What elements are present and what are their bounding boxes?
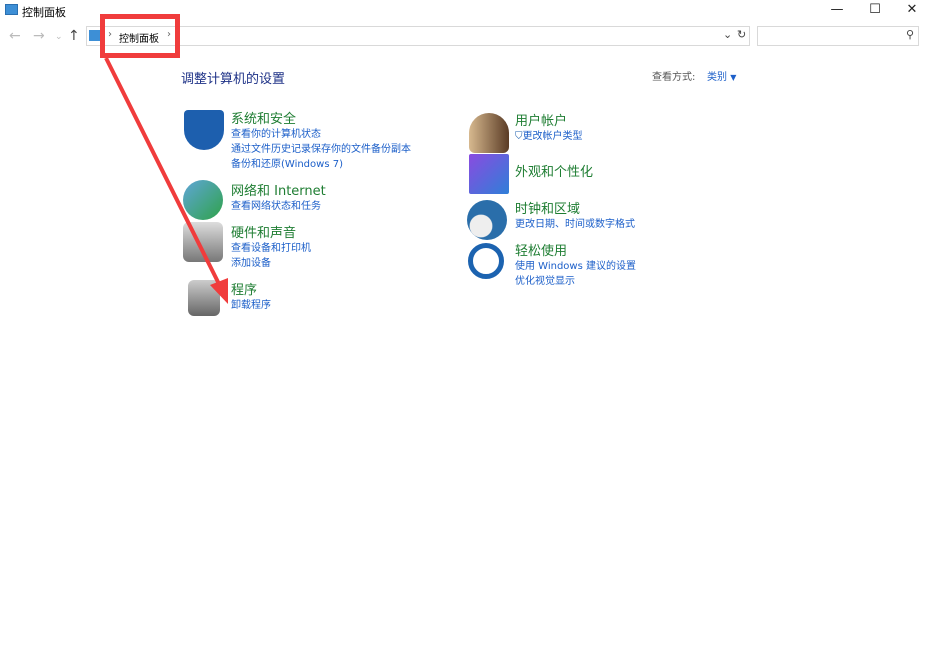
annotation-arrow <box>104 57 228 304</box>
